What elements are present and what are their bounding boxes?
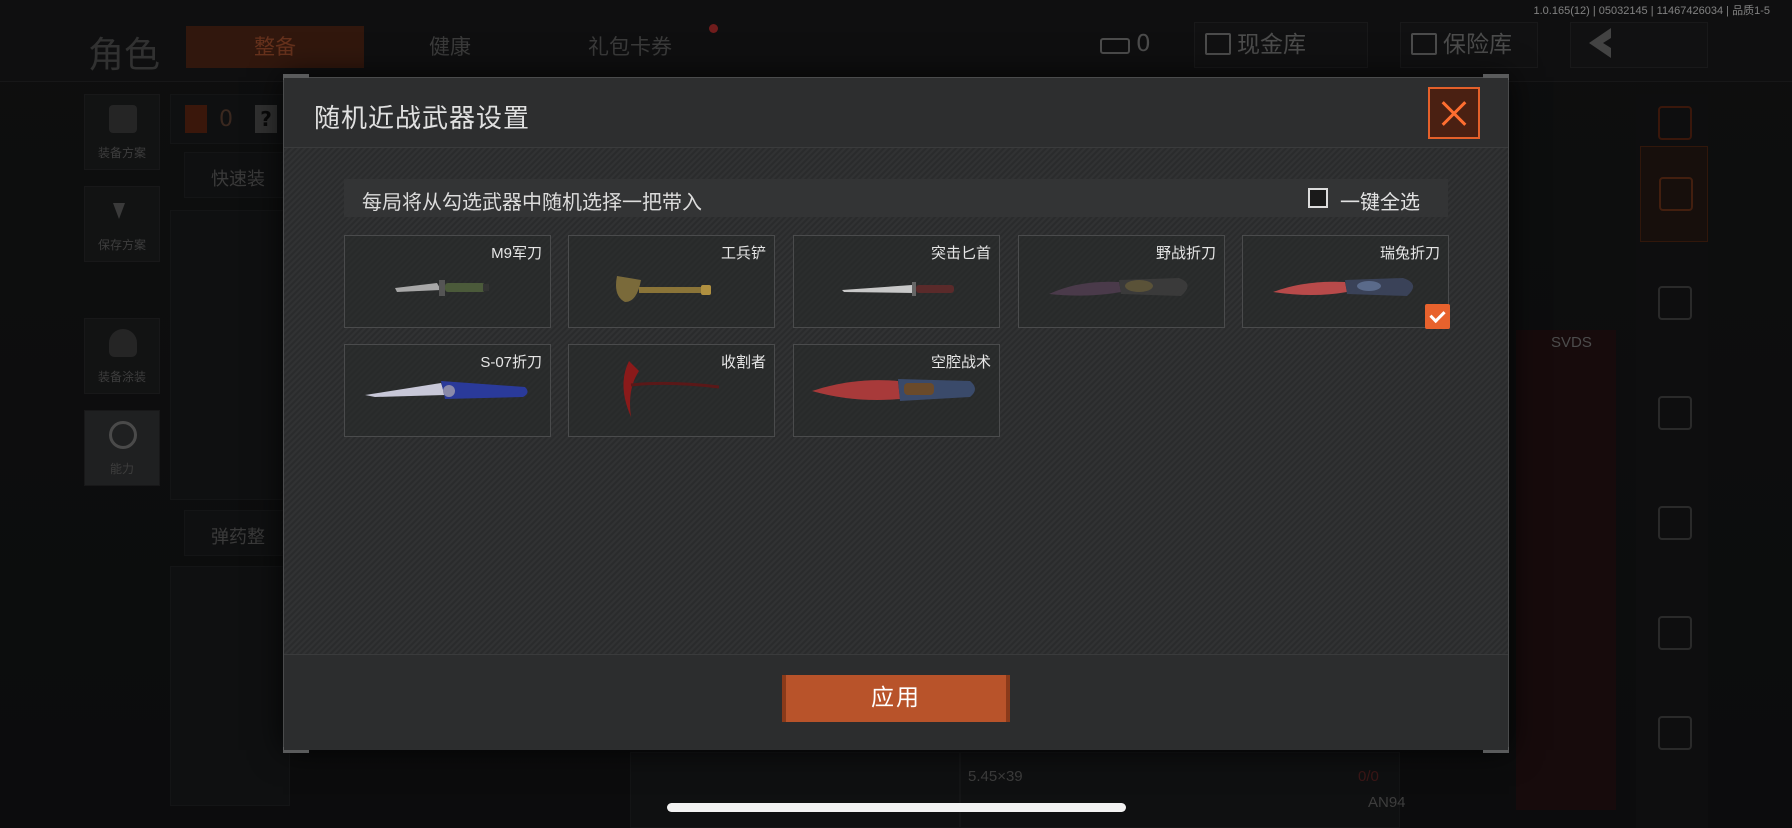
close-button[interactable]	[1428, 87, 1480, 139]
weapon-card-s07[interactable]: S-07折刀	[344, 344, 551, 437]
weapon-name: S-07折刀	[480, 354, 542, 371]
weapon-name: 瑞兔折刀	[1379, 245, 1440, 262]
random-melee-settings-dialog: 随机近战武器设置 每局将从勾选武器中随机选择一把带入 一键全选 M9军刀 工兵铲	[283, 74, 1509, 753]
weapon-card-rabbit-knife[interactable]: 瑞兔折刀	[1242, 235, 1450, 329]
apply-button[interactable]: 应用	[782, 675, 1010, 722]
select-all-toggle[interactable]: 一键全选	[1298, 179, 1448, 217]
weapon-name: 收割者	[720, 354, 766, 371]
weapon-card-dagger[interactable]: 突击匕首	[793, 235, 1000, 328]
weapon-card-shovel[interactable]: 工兵铲	[568, 235, 775, 328]
weapon-card-field-knife[interactable]: 野战折刀	[1018, 235, 1225, 328]
dialog-title: 随机近战武器设置	[314, 104, 531, 134]
weapon-name: 工兵铲	[720, 245, 766, 262]
dialog-footer: 应用	[284, 654, 1508, 750]
dialog-header: 随机近战武器设置	[284, 78, 1508, 148]
hint-text: 每局将从勾选武器中随机选择一把带入	[362, 190, 702, 214]
select-all-checkbox[interactable]	[1308, 188, 1328, 208]
select-all-label: 一键全选	[1340, 190, 1420, 214]
hint-bar: 每局将从勾选武器中随机选择一把带入 一键全选	[344, 179, 1448, 217]
weapon-name: 空腔战术	[930, 354, 991, 371]
weapon-name: 突击匕首	[930, 245, 991, 262]
weapon-card-tactical[interactable]: 空腔战术	[793, 344, 1000, 437]
weapon-card-reaper[interactable]: 收割者	[568, 344, 775, 437]
weapon-name: M9军刀	[491, 245, 542, 262]
checked-icon[interactable]	[1425, 304, 1450, 329]
weapon-card-m9[interactable]: M9军刀	[344, 235, 551, 328]
weapon-name: 野战折刀	[1155, 245, 1216, 262]
home-indicator[interactable]	[667, 803, 1126, 812]
